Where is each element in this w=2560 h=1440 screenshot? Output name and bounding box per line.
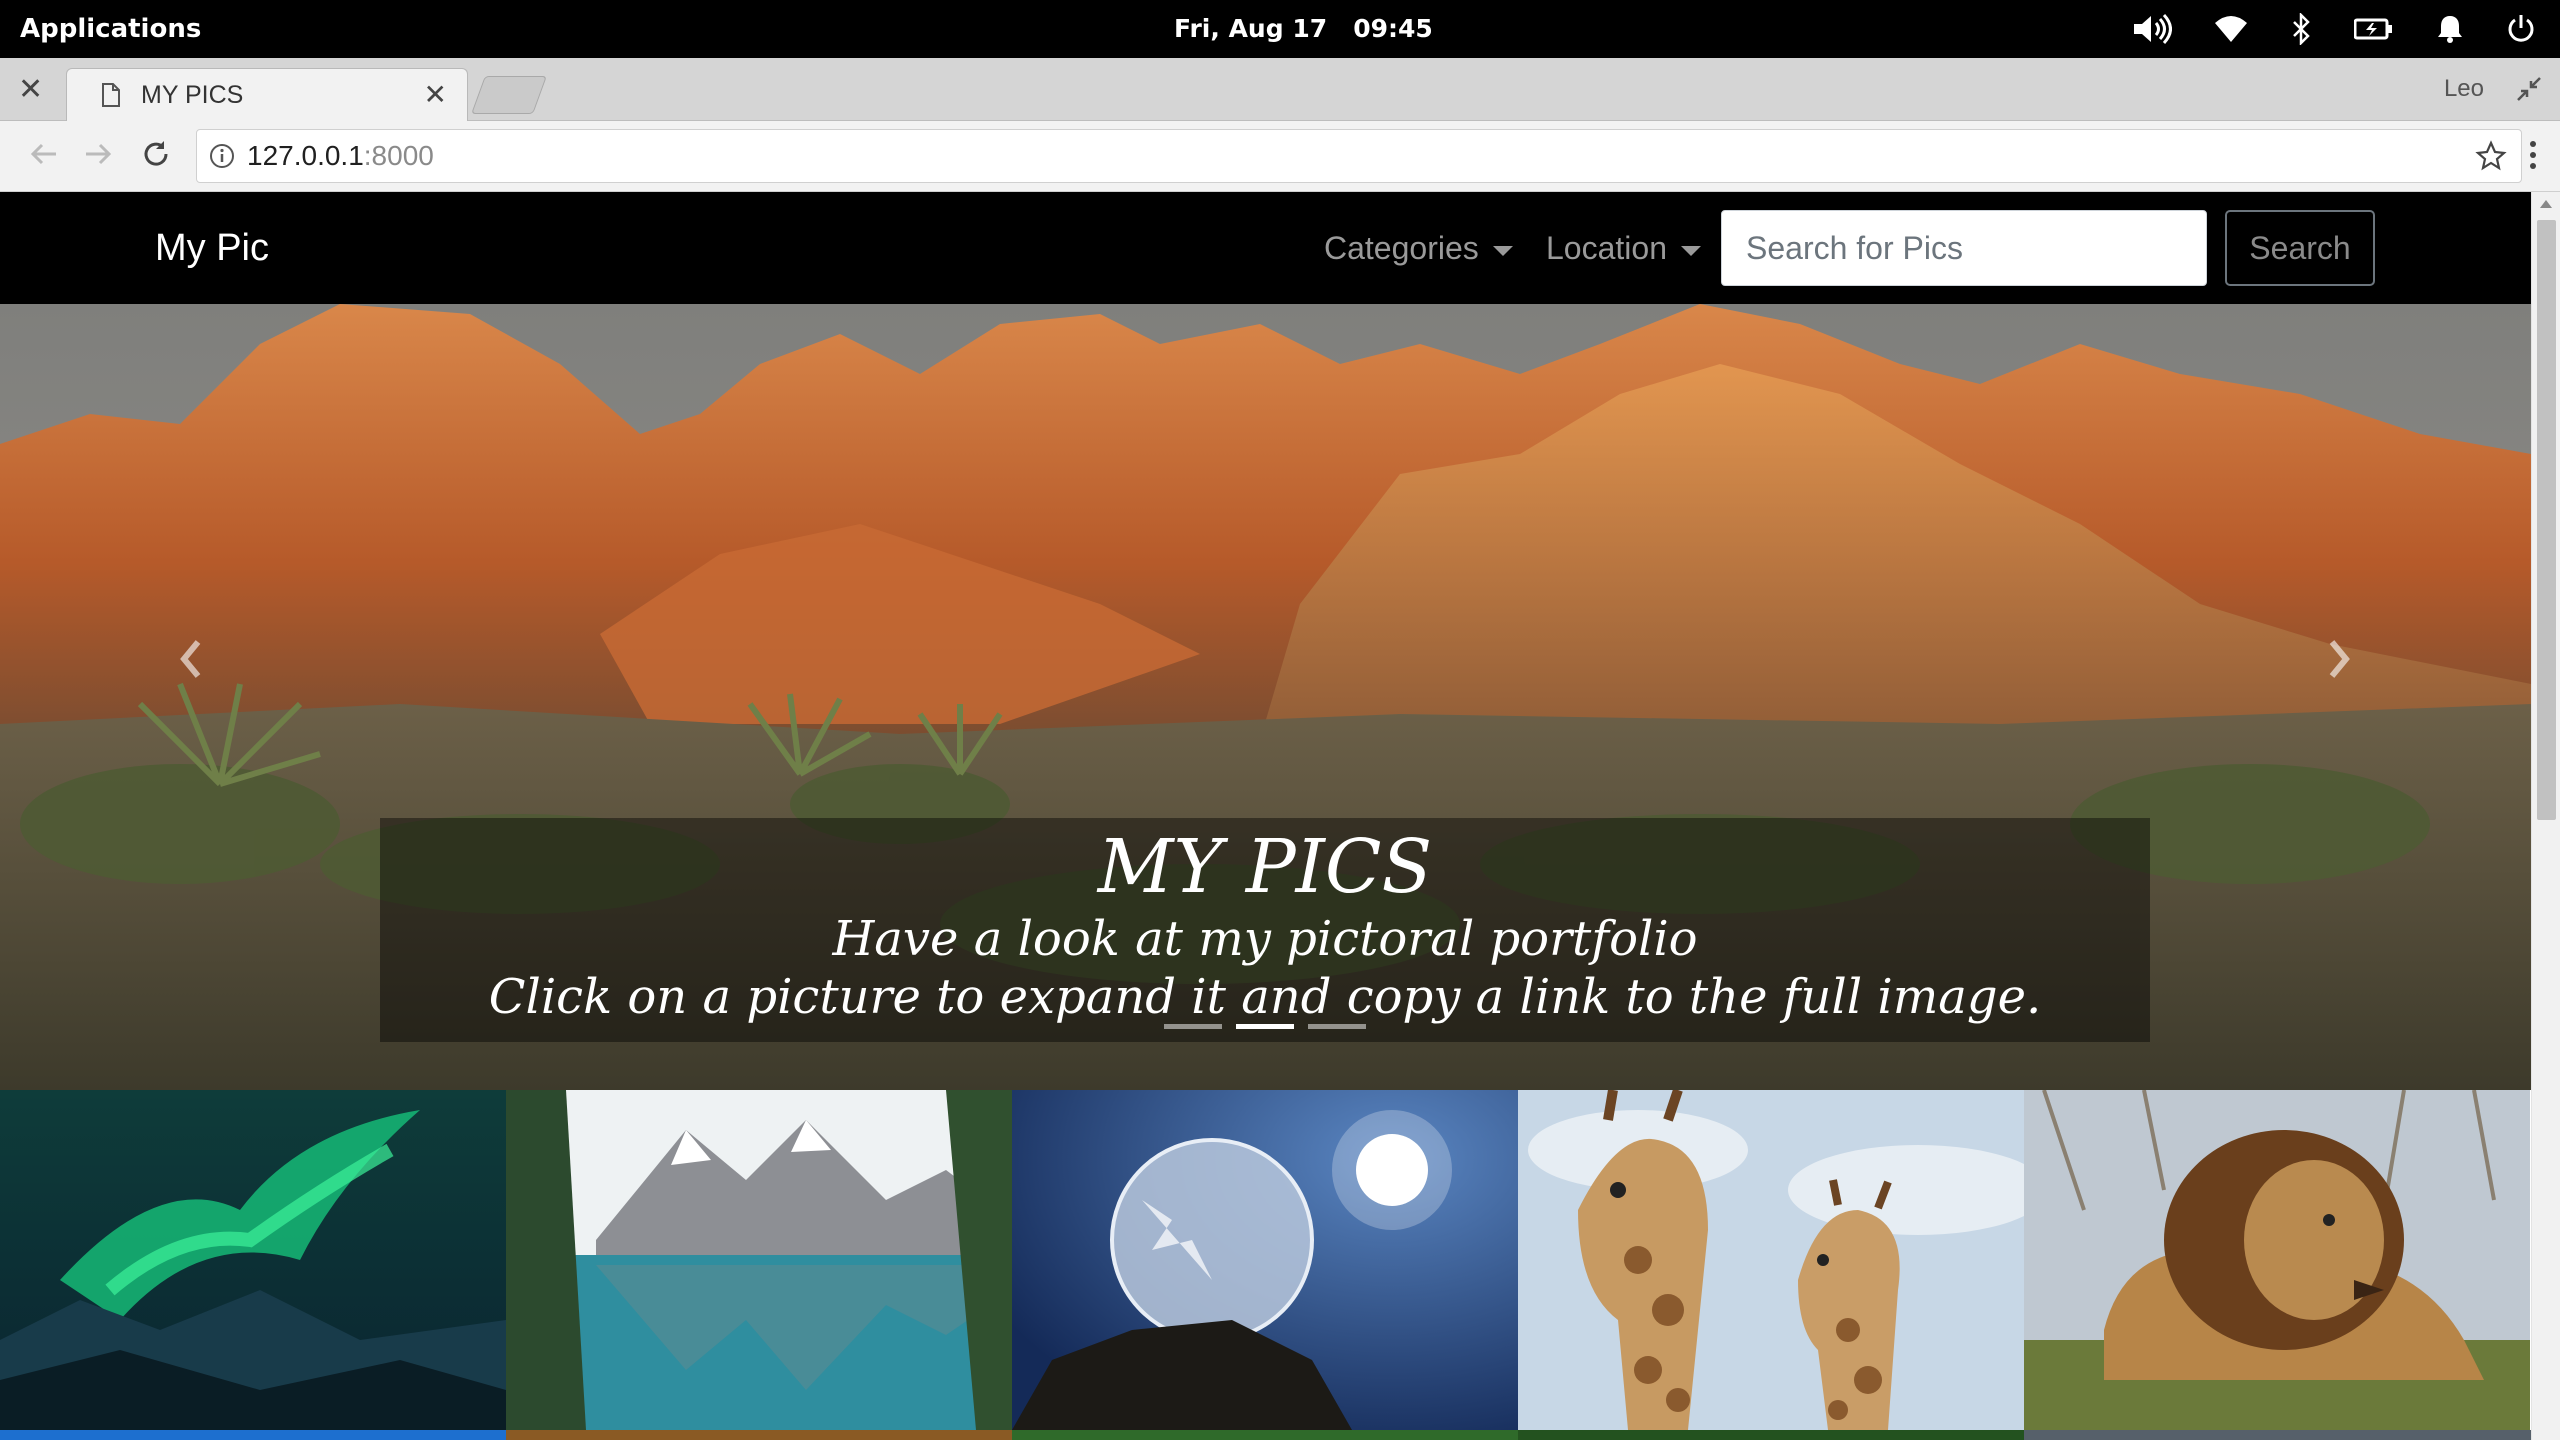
browser-tab-strip: ✕ MY PICS ✕ Leo: [0, 58, 2560, 121]
clock[interactable]: Fri, Aug 17 09:45: [1174, 0, 1433, 58]
gallery-image-aurora[interactable]: [0, 1090, 506, 1430]
gallery-image-giraffes[interactable]: [1518, 1090, 2024, 1430]
battery-icon[interactable]: [2354, 17, 2394, 41]
clock-time: 09:45: [1353, 14, 1433, 43]
photo-gallery: [0, 1090, 2531, 1440]
clock-date: Fri, Aug 17: [1174, 14, 1328, 43]
url-host: 127.0.0.1: [247, 140, 364, 171]
categories-dropdown[interactable]: Categories: [1324, 192, 1513, 304]
url-text: 127.0.0.1:8000: [247, 130, 434, 182]
bell-icon[interactable]: [2436, 14, 2464, 44]
carousel-indicator-active[interactable]: [1236, 1024, 1294, 1029]
wifi-icon[interactable]: [2214, 15, 2248, 43]
hero-line-1: Have a look at my pictoral portfolio: [832, 911, 1698, 967]
browser-menu-icon[interactable]: [2528, 139, 2538, 175]
reload-icon[interactable]: [140, 138, 172, 174]
tab-title: MY PICS: [141, 81, 244, 109]
profile-name[interactable]: Leo: [2444, 58, 2484, 120]
system-tray: [2132, 0, 2536, 58]
hero-carousel: MY PICS Have a look at my pictoral portf…: [0, 304, 2531, 1090]
back-icon[interactable]: [28, 138, 60, 174]
site-brand[interactable]: My Pic: [155, 192, 269, 304]
address-bar[interactable]: 127.0.0.1:8000: [196, 129, 2522, 183]
site-info-icon[interactable]: [209, 143, 235, 173]
tab-my-pics[interactable]: MY PICS ✕: [66, 68, 468, 121]
location-label: Location: [1546, 230, 1667, 266]
applications-menu[interactable]: Applications: [20, 0, 201, 58]
gallery-image-row2-5[interactable]: [2024, 1430, 2531, 1440]
tab-close-icon[interactable]: ✕: [424, 69, 447, 121]
os-top-bar: Applications Fri, Aug 17 09:45: [0, 0, 2560, 58]
new-tab-button[interactable]: [471, 76, 547, 114]
search-input[interactable]: [1721, 210, 2207, 286]
scroll-up-icon[interactable]: [2540, 200, 2552, 208]
restore-window-icon[interactable]: [2516, 76, 2542, 106]
carousel-indicator[interactable]: [1164, 1024, 1222, 1029]
gallery-image-row2-4[interactable]: [1518, 1430, 2024, 1440]
site-navbar: My Pic Categories Location Search: [0, 192, 2531, 304]
carousel-indicators: [1164, 1024, 1366, 1029]
page-icon: [101, 83, 121, 111]
gallery-image-mountain-lake[interactable]: [506, 1090, 1012, 1430]
carousel-indicator[interactable]: [1308, 1024, 1366, 1029]
bluetooth-icon[interactable]: [2290, 13, 2312, 45]
url-port: :8000: [363, 140, 434, 171]
gallery-image-row2-3[interactable]: [1012, 1430, 1518, 1440]
hero-title: MY PICS: [1097, 824, 1433, 910]
forward-icon[interactable]: [82, 138, 114, 174]
gallery-image-frozen-bubble[interactable]: [1012, 1090, 1518, 1430]
categories-label: Categories: [1324, 230, 1479, 266]
gallery-image-row2-2[interactable]: [506, 1430, 1012, 1440]
hero-caption: MY PICS Have a look at my pictoral portf…: [380, 818, 2150, 1042]
page-scrollbar[interactable]: [2531, 192, 2560, 1440]
location-dropdown[interactable]: Location: [1546, 192, 1701, 304]
web-page: My Pic Categories Location Search for Pi…: [0, 192, 2531, 1440]
volume-icon[interactable]: [2132, 13, 2172, 45]
power-icon[interactable]: [2506, 14, 2536, 44]
chevron-down-icon: [1492, 245, 1513, 256]
carousel-next-icon[interactable]: [2300, 604, 2380, 714]
search-button[interactable]: Search: [2225, 210, 2375, 286]
gallery-image-row2-1[interactable]: [0, 1430, 506, 1440]
hero-line-2: Click on a picture to expand it and copy…: [488, 969, 2042, 1025]
browser-toolbar: 127.0.0.1:8000: [0, 121, 2560, 192]
carousel-prev-icon[interactable]: [150, 604, 230, 714]
window-close-icon[interactable]: ✕: [18, 72, 43, 107]
chevron-down-icon: [1680, 245, 1701, 256]
bookmark-star-icon[interactable]: [2475, 140, 2507, 176]
gallery-image-lion[interactable]: [2024, 1090, 2530, 1430]
scrollbar-thumb[interactable]: [2537, 220, 2556, 820]
